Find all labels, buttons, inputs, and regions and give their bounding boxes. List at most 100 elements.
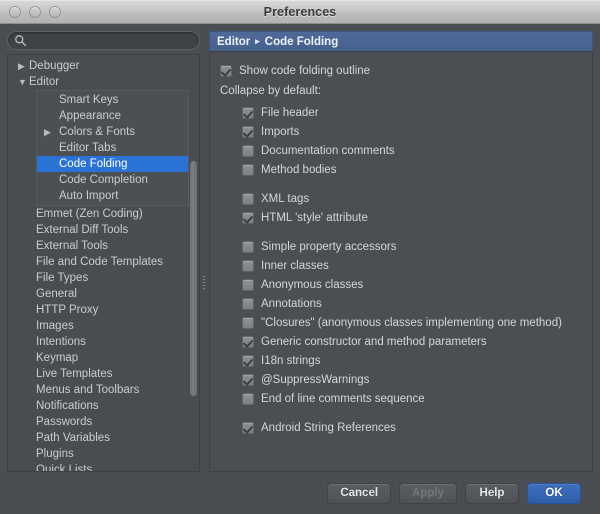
settings-tree[interactable]: ▶ Debugger ▼ Editor Smart Keys Appearance	[7, 54, 200, 472]
sidebar-item-intentions[interactable]: Intentions	[8, 334, 199, 350]
checkbox-android-string-references[interactable]	[242, 421, 254, 434]
sidebar-item-debugger[interactable]: ▶ Debugger	[8, 58, 199, 74]
sidebar-item-emmet[interactable]: Emmet (Zen Coding)	[8, 206, 199, 222]
preferences-dialog: Preferences ▶ Debugger ▼ Editor Smart Ke…	[0, 0, 600, 514]
checkbox-row-xml-tags[interactable]: XML tags	[220, 189, 582, 208]
checkbox-xml-tags[interactable]	[242, 192, 254, 205]
checkbox-suppress-warnings[interactable]	[242, 373, 254, 386]
checkbox-row-show-code-folding-outline[interactable]: Show code folding outline	[220, 61, 582, 80]
checkbox-row-closures[interactable]: "Closures" (anonymous classes implementi…	[220, 313, 582, 332]
code-folding-settings: Show code folding outline Collapse by de…	[209, 51, 593, 472]
checkbox-closures[interactable]	[242, 316, 254, 329]
checkbox-file-header[interactable]	[242, 106, 254, 119]
checkbox-annotations[interactable]	[242, 297, 254, 310]
checkbox-label: File header	[261, 106, 319, 119]
sidebar-item-code-folding[interactable]: Code Folding	[37, 156, 188, 172]
sidebar-item-file-types[interactable]: File Types	[8, 270, 199, 286]
sidebar-item-label: Editor Tabs	[59, 142, 117, 154]
sidebar-scrollbar-thumb[interactable]	[190, 161, 197, 396]
checkbox-row-suppress-warnings[interactable]: @SuppressWarnings	[220, 370, 582, 389]
checkbox-label: Generic constructor and method parameter…	[261, 335, 487, 348]
sidebar-item-label: Smart Keys	[59, 94, 119, 106]
checkbox-anonymous-classes[interactable]	[242, 278, 254, 291]
window-titlebar: Preferences	[0, 0, 600, 24]
sidebar-item-http-proxy[interactable]: HTTP Proxy	[8, 302, 199, 318]
checkbox-imports[interactable]	[242, 125, 254, 138]
pane-splitter[interactable]	[200, 31, 209, 472]
sidebar-item-quick-lists[interactable]: Quick Lists	[8, 462, 199, 471]
checkbox-method-bodies[interactable]	[242, 163, 254, 176]
checkbox-label: Inner classes	[261, 259, 329, 272]
sidebar-item-external-diff-tools[interactable]: External Diff Tools	[8, 222, 199, 238]
checkbox-simple-property-accessors[interactable]	[242, 240, 254, 253]
checkbox-row-method-bodies[interactable]: Method bodies	[220, 160, 582, 179]
sidebar-item-colors-and-fonts[interactable]: ▶ Colors & Fonts	[37, 124, 188, 140]
checkbox-i18n-strings[interactable]	[242, 354, 254, 367]
sidebar-item-path-variables[interactable]: Path Variables	[8, 430, 199, 446]
search-icon	[15, 35, 27, 47]
checkbox-row-anonymous-classes[interactable]: Anonymous classes	[220, 275, 582, 294]
sidebar-item-code-completion[interactable]: Code Completion	[37, 172, 188, 188]
sidebar-item-keymap[interactable]: Keymap	[8, 350, 199, 366]
checkbox-end-of-line-comments-sequence[interactable]	[242, 392, 254, 405]
sidebar-item-images[interactable]: Images	[8, 318, 199, 334]
help-button[interactable]: Help	[465, 482, 519, 504]
search-field-wrapper	[7, 31, 200, 50]
checkbox-row-annotations[interactable]: Annotations	[220, 294, 582, 313]
checkbox-row-i18n-strings[interactable]: I18n strings	[220, 351, 582, 370]
checkbox-label: I18n strings	[261, 354, 321, 367]
checkbox-row-android-string-references[interactable]: Android String References	[220, 418, 582, 437]
breadcrumb-root[interactable]: Editor	[217, 36, 250, 48]
checkbox-documentation-comments[interactable]	[242, 144, 254, 157]
checkbox-html-style-attribute[interactable]	[242, 211, 254, 224]
checkbox-row-file-header[interactable]: File header	[220, 103, 582, 122]
settings-sidebar: ▶ Debugger ▼ Editor Smart Keys Appearance	[7, 31, 200, 472]
checkbox-label: @SuppressWarnings	[261, 373, 370, 386]
sidebar-item-menus-and-toolbars[interactable]: Menus and Toolbars	[8, 382, 199, 398]
checkbox-row-imports[interactable]: Imports	[220, 122, 582, 141]
close-button[interactable]	[9, 6, 21, 18]
checkbox-row-generic-constructor-and-method-parameters[interactable]: Generic constructor and method parameter…	[220, 332, 582, 351]
sidebar-item-auto-import[interactable]: Auto Import	[37, 188, 188, 204]
cancel-button[interactable]: Cancel	[327, 482, 392, 504]
sidebar-item-notifications[interactable]: Notifications	[8, 398, 199, 414]
checkbox-label: Annotations	[261, 297, 322, 310]
checkbox-label: Anonymous classes	[261, 278, 364, 291]
chevron-right-icon[interactable]: ▶	[44, 124, 51, 140]
sidebar-item-label: Editor	[29, 76, 60, 88]
checkbox-label: Simple property accessors	[261, 240, 397, 253]
checkbox-row-simple-property-accessors[interactable]: Simple property accessors	[220, 237, 582, 256]
chevron-down-icon[interactable]: ▼	[18, 74, 29, 90]
collapse-by-default-label: Collapse by default:	[220, 85, 322, 97]
checkbox-show-code-folding-outline[interactable]	[220, 64, 232, 77]
checkbox-inner-classes[interactable]	[242, 259, 254, 272]
sidebar-item-plugins[interactable]: Plugins	[8, 446, 199, 462]
zoom-button[interactable]	[49, 6, 61, 18]
minimize-button[interactable]	[29, 6, 41, 18]
sidebar-item-smart-keys[interactable]: Smart Keys	[37, 92, 188, 108]
checkbox-row-html-style-attribute[interactable]: HTML 'style' attribute	[220, 208, 582, 227]
checkbox-generic-constructor-and-method-parameters[interactable]	[242, 335, 254, 348]
sidebar-item-external-tools[interactable]: External Tools	[8, 238, 199, 254]
dialog-content: ▶ Debugger ▼ Editor Smart Keys Appearance	[0, 24, 600, 514]
checkbox-row-inner-classes[interactable]: Inner classes	[220, 256, 582, 275]
checkbox-label: Show code folding outline	[239, 64, 371, 77]
sidebar-item-editor-tabs[interactable]: Editor Tabs	[37, 140, 188, 156]
sidebar-item-passwords[interactable]: Passwords	[8, 414, 199, 430]
window-controls	[9, 6, 61, 18]
ok-button[interactable]: OK	[527, 482, 581, 504]
sidebar-item-label: Colors & Fonts	[59, 126, 136, 138]
sidebar-item-live-templates[interactable]: Live Templates	[8, 366, 199, 382]
checkbox-row-documentation-comments[interactable]: Documentation comments	[220, 141, 582, 160]
sidebar-scrollbar[interactable]	[189, 56, 198, 470]
dialog-panes: ▶ Debugger ▼ Editor Smart Keys Appearance	[7, 31, 593, 472]
sidebar-item-appearance[interactable]: Appearance	[37, 108, 188, 124]
breadcrumb-leaf: Code Folding	[264, 35, 339, 48]
checkbox-row-end-of-line-comments-sequence[interactable]: End of line comments sequence	[220, 389, 582, 408]
sidebar-item-editor[interactable]: ▼ Editor	[8, 74, 199, 90]
window-title: Preferences	[263, 5, 337, 19]
sidebar-item-general[interactable]: General	[8, 286, 199, 302]
search-input[interactable]	[30, 31, 192, 50]
chevron-right-icon[interactable]: ▶	[18, 58, 29, 74]
sidebar-item-file-and-code-templates[interactable]: File and Code Templates	[8, 254, 199, 270]
